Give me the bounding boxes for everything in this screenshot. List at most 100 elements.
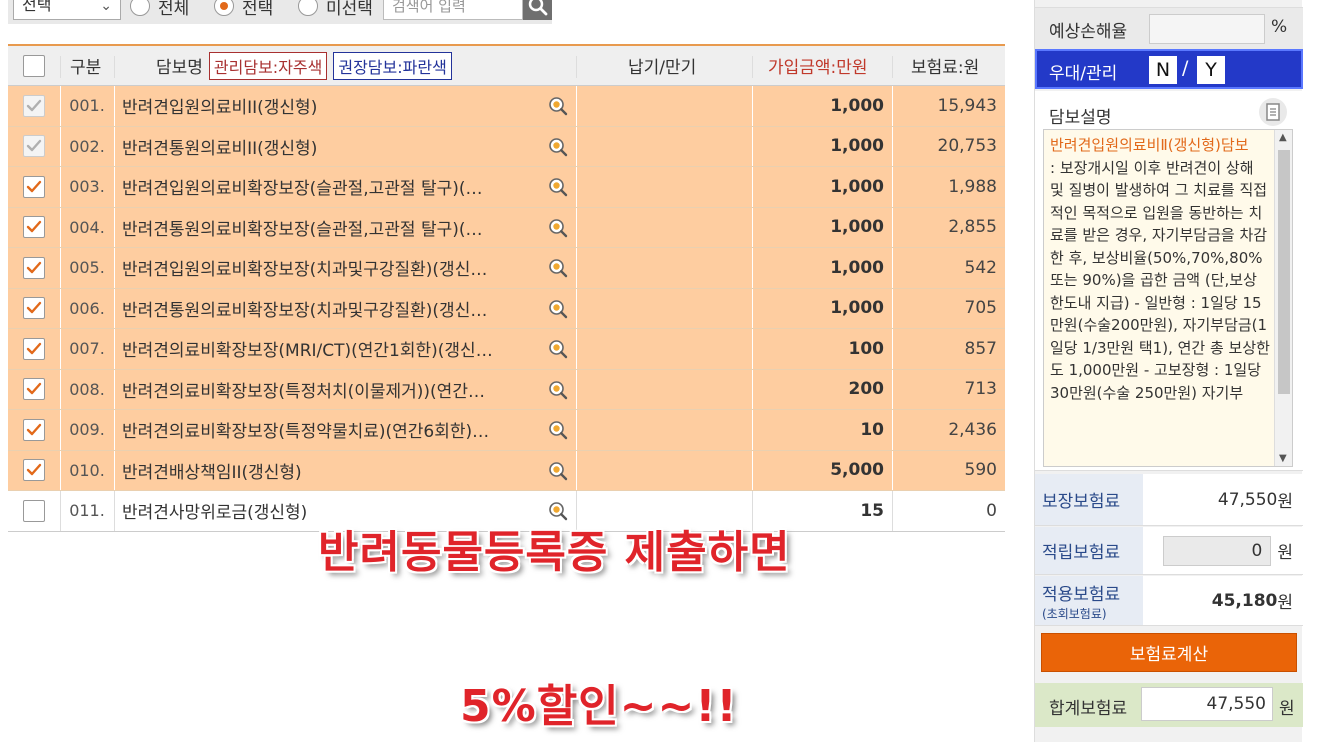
saving-premium-input[interactable]: 0 [1163,535,1272,566]
table-row[interactable]: 001. 반려견입원의료비II(갱신형) 1,000 15,943 [8,86,1005,127]
magnifier-icon[interactable] [548,420,568,445]
row-coverage-name-cell: 반려견통원의료비확장보장(치과및구강질환)(갱신… [114,289,576,329]
row-amount[interactable]: 5,000 [752,451,892,491]
row-amount[interactable]: 10 [752,410,892,450]
chevron-down-icon: ⌄ [100,0,112,14]
row-term[interactable] [576,451,752,491]
table-row[interactable]: 004. 반려견통원의료비확장보장(슬관절,고관절 탈구)(… 1,000 2,855 [8,207,1005,248]
magnifier-icon[interactable] [548,461,568,486]
row-term[interactable] [576,289,752,329]
magnifier-icon[interactable] [548,299,568,324]
row-number: 010. [69,460,105,480]
calculate-premium-button[interactable]: 보험료계산 [1041,633,1297,672]
filter-select[interactable]: 전택 ⌄ [13,0,121,20]
row-checkbox[interactable] [23,216,45,239]
description-scrollbar[interactable]: ▲ ▼ [1274,130,1292,466]
description-heading: 반려견입원의료비Ⅱ(갱신형)담보 [1050,136,1249,154]
row-checkbox[interactable] [23,499,45,522]
select-all-checkbox[interactable] [23,54,45,77]
row-term[interactable] [576,248,752,288]
radio-selected-circle[interactable] [214,0,234,16]
radio-unselected[interactable]: 미선택 [298,0,373,20]
row-checkbox[interactable] [23,175,45,198]
radio-selected[interactable]: 전택 [214,0,273,20]
row-checkbox[interactable] [23,256,45,279]
row-amount[interactable]: 1,000 [752,167,892,207]
row-checkbox[interactable] [23,297,45,320]
applied-premium-row: 적용보험료 (초회보험료) 45,180 원 [1035,576,1303,626]
row-checkbox[interactable] [23,337,45,360]
description-body: : 보장개시일 이후 반려견이 상해 및 질병이 발생하여 그 치료를 직접적인… [1050,158,1270,402]
table-row[interactable]: 008. 반려견의료비확장보장(특정처치(이물제거))(연간… 200 713 [8,369,1005,410]
row-checkbox[interactable] [23,459,45,482]
row-premium: 0 [986,500,997,521]
row-term[interactable] [576,86,752,126]
table-row[interactable]: 009. 반려견의료비확장보장(특정약물치료)(연간6회한)… 10 2,436 [8,410,1005,451]
row-term[interactable] [576,127,752,167]
row-amount[interactable]: 100 [752,329,892,369]
magnifier-icon[interactable] [548,380,568,405]
search-button[interactable] [523,0,552,20]
row-coverage-name-cell: 반려견의료비확장보장(특정약물치료)(연간6회한)… [114,410,576,450]
radio-all-circle[interactable] [130,0,150,16]
search-input[interactable]: 검색어 입력 [383,0,523,20]
row-amount[interactable]: 1,000 [752,289,892,329]
row-coverage-name-cell: 반려견통원의료비II(갱신형) [114,127,576,167]
row-premium: 2,855 [948,217,997,238]
magnifier-icon[interactable] [548,177,568,202]
row-number: 006. [69,298,105,318]
row-checkbox[interactable] [23,378,45,401]
filter-select-value: 전택 [22,0,52,14]
row-term[interactable] [576,370,752,410]
row-amount[interactable]: 200 [752,370,892,410]
coverage-description: 담보설명 반려견입원의료비Ⅱ(갱신형)담보 : 보장개시일 이후 반려견이 상해… [1035,91,1303,471]
table-row[interactable]: 003. 반려견입원의료비확장보장(슬관절,고관절 탈구)(… 1,000 1,988 [8,167,1005,208]
row-checkbox-cell [8,329,60,369]
row-term[interactable] [576,410,752,450]
table-row[interactable]: 006. 반려견통원의료비확장보장(치과및구강질환)(갱신… 1,000 705 [8,288,1005,329]
row-checkbox[interactable] [23,418,45,441]
row-coverage-name: 반려견통원의료비확장보장(치과및구강질환)(갱신… [122,300,488,321]
row-premium: 713 [964,379,997,400]
row-term[interactable] [576,208,752,248]
description-scroll-area[interactable]: 반려견입원의료비Ⅱ(갱신형)담보 : 보장개시일 이후 반려견이 상해 및 질병… [1043,129,1293,467]
row-coverage-name: 반려견통원의료비II(갱신형) [122,138,318,159]
magnifier-icon[interactable] [548,96,568,121]
total-premium-input[interactable]: 47,550 [1141,687,1273,721]
loss-ratio-input[interactable] [1149,14,1265,44]
header-amount: 가입금액:만원 [768,58,868,78]
preference-n-button[interactable]: N [1149,56,1177,84]
preference-bar: 우대/관리 N / Y [1035,49,1303,89]
loss-ratio-row: 예상손해율 % [1035,7,1303,49]
scroll-up-icon[interactable]: ▲ [1279,132,1287,143]
magnifier-icon[interactable] [548,137,568,162]
scroll-down-icon[interactable]: ▼ [1279,453,1287,464]
row-amount[interactable]: 1,000 [752,248,892,288]
magnifier-icon[interactable] [548,258,568,283]
table-row[interactable]: 010. 반려견배상책임II(갱신형) 5,000 590 [8,450,1005,491]
row-term[interactable] [576,167,752,207]
applied-premium-value: 45,180 [1211,590,1278,611]
table-row[interactable]: 005. 반려견입원의료비확장보장(치과및구강질환)(갱신… 1,000 542 [8,248,1005,289]
row-term[interactable] [576,329,752,369]
magnifier-icon[interactable] [548,218,568,243]
row-coverage-name-cell: 반려견의료비확장보장(특정처치(이물제거))(연간… [114,370,576,410]
applied-premium-sublabel: (초회보험료) [1042,606,1107,621]
document-icon[interactable] [1259,98,1287,126]
preference-y-button[interactable]: Y [1197,56,1225,84]
table-row[interactable]: 002. 반려견통원의료비II(갱신형) 1,000 20,753 [8,126,1005,167]
cover-premium-unit: 원 [1277,492,1293,512]
row-checkbox [23,94,45,117]
row-premium: 857 [964,338,997,359]
row-coverage-name-cell: 반려견입원의료비II(갱신형) [114,86,576,126]
scroll-thumb[interactable] [1278,150,1290,394]
magnifier-icon[interactable] [548,339,568,364]
document-icon-svg [1266,103,1280,121]
table-row[interactable]: 007. 반려견의료비확장보장(MRI/CT)(연간1회한)(갱신… 100 857 [8,329,1005,370]
row-number: 001. [69,96,105,116]
row-amount[interactable]: 1,000 [752,127,892,167]
row-amount[interactable]: 1,000 [752,86,892,126]
row-amount[interactable]: 1,000 [752,208,892,248]
radio-unselected-circle[interactable] [298,0,318,16]
radio-all[interactable]: 전체 [130,0,189,20]
